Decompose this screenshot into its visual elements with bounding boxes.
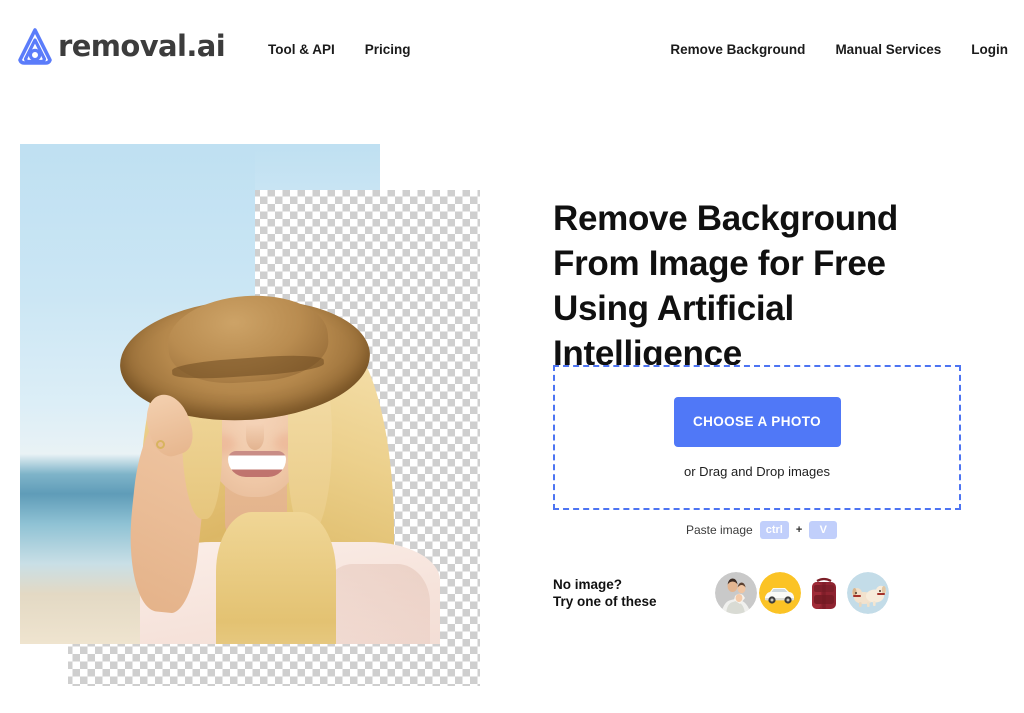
page-title: Remove Background From Image for Free Us…	[553, 199, 898, 373]
page-root: removal.ai Tool & API Pricing Remove Bac…	[0, 0, 1024, 713]
sample-images-section: No image? Try one of these	[553, 572, 889, 614]
primary-nav-right: Remove Background Manual Services Login	[670, 41, 1008, 59]
nav-item-login[interactable]: Login	[971, 41, 1008, 59]
sample-thumb-car[interactable]	[758, 572, 801, 614]
hair-front-strands	[216, 512, 336, 644]
sample-label-line1: No image?	[553, 577, 623, 592]
sample-thumb-family[interactable]	[714, 572, 757, 614]
paste-image-label: Paste image	[686, 523, 753, 537]
key-separator: +	[795, 524, 803, 536]
hero-demo-image	[20, 144, 480, 686]
nav-item-remove-background[interactable]: Remove Background	[670, 41, 805, 59]
nav-item-tool-api[interactable]: Tool & API	[268, 41, 335, 59]
key-v-badge: V	[809, 521, 838, 539]
key-ctrl-badge: ctrl	[759, 521, 789, 539]
primary-nav-left: Tool & API Pricing	[268, 41, 411, 59]
sample-thumb-backpack[interactable]	[802, 572, 845, 614]
blouse-shadow	[320, 564, 430, 644]
smiling-mouth	[228, 451, 286, 477]
choose-a-photo-button[interactable]: CHOOSE A PHOTO	[673, 396, 841, 447]
sample-label-line2: Try one of these	[553, 594, 657, 609]
brand-logo-link[interactable]: removal.ai	[14, 24, 226, 68]
site-header: removal.ai Tool & API Pricing Remove Bac…	[0, 0, 1024, 100]
drag-and-drop-hint: or Drag and Drop images	[684, 463, 830, 479]
ring	[156, 440, 165, 449]
brand-name: removal.ai	[58, 28, 226, 63]
demo-photo	[20, 144, 480, 644]
sample-thumb-dogs[interactable]	[846, 572, 889, 614]
upload-dropzone[interactable]: CHOOSE A PHOTO or Drag and Drop images	[553, 365, 961, 510]
nose	[246, 424, 264, 450]
paste-image-hint: Paste image ctrl + V	[686, 521, 838, 539]
removal-ai-logo-icon	[14, 24, 56, 68]
nav-item-pricing[interactable]: Pricing	[365, 41, 411, 59]
photo-subject	[20, 144, 480, 644]
hero-content: Remove Background From Image for Free Us…	[553, 196, 973, 614]
sample-images-label: No image? Try one of these	[553, 576, 657, 610]
sample-thumbnail-list	[714, 572, 889, 614]
nav-item-manual-services[interactable]: Manual Services	[835, 41, 941, 59]
